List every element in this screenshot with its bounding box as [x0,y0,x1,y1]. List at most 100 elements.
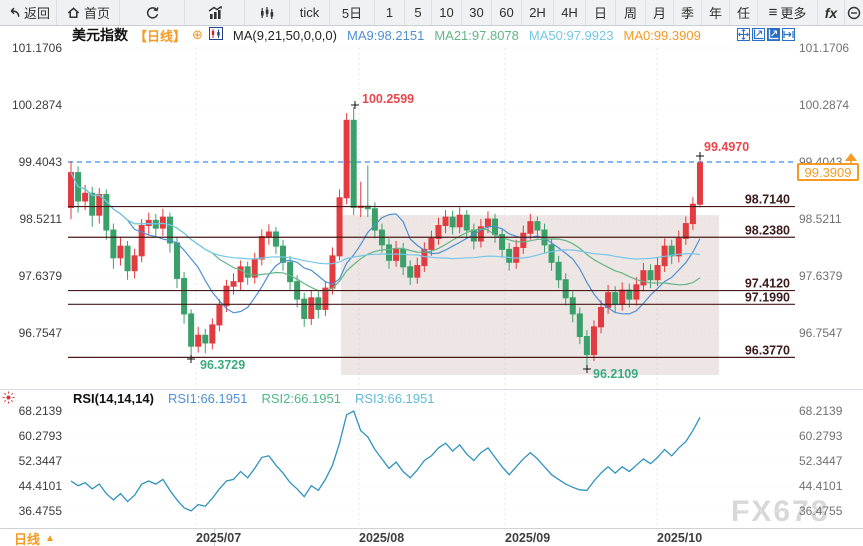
interval-tick[interactable]: tick [290,0,330,25]
back-button[interactable]: 返回 [0,0,57,25]
annotation-label: 99.4970 [704,140,749,154]
add-indicator-icon[interactable]: ⊕ [192,27,203,43]
x-axis-label: 2025/09 [505,531,551,545]
interval-1m[interactable]: 1 [375,0,405,25]
interval-10m[interactable]: 10 [432,0,462,25]
svg-text:36.4755: 36.4755 [19,504,63,518]
refresh-button[interactable] [120,0,185,25]
chart-header: 美元指数 【日线】 ⊕ MA(9,21,50,0,0,0) MA9:98.215… [72,27,701,44]
svg-text:44.4101: 44.4101 [799,479,843,493]
bottom-bar: 日线 ▲ 2025/07 2025/08 2025/09 2025/10 [0,528,863,546]
price-level-label: 98.2380 [745,223,790,237]
svg-text:52.3447: 52.3447 [799,454,843,468]
main-chart-canvas[interactable]: 98.7140 98.2380 97.412097.1990 96.3770 100.2… [0,26,863,530]
svg-text:68.2139: 68.2139 [799,404,843,418]
rsi-axis-right: 68.2139 60.2793 52.3447 44.4101 36.4755 [799,404,843,518]
period-label: 日线 [14,531,41,546]
annotation-label: 100.2599 [362,92,414,106]
rsi-title[interactable]: RSI(14,14,14) [73,391,154,406]
annotation-label: 96.2109 [593,367,638,381]
interval-5d[interactable]: 5日 [330,0,375,25]
history-button[interactable] [845,0,863,25]
svg-text:68.2139: 68.2139 [19,404,63,418]
indicator-settings-icon[interactable] [2,391,15,409]
menu-icon: ≡ [768,4,778,21]
interval-4h[interactable]: 4H [554,0,586,25]
fx-icon: fx [824,4,838,21]
rsi3-value: RSI3:66.1951 [354,391,435,406]
goto-latest-icon[interactable] [782,28,795,41]
scale-axis-icon[interactable] [752,28,765,41]
x-axis-label: 2025/10 [657,531,703,545]
price-level-label: 97.4120 [745,277,790,291]
interval-custom[interactable]: 任 [730,0,758,25]
interval-year[interactable]: 年 [702,0,730,25]
rsi-header: RSI(14,14,14) RSI1:66.1951 RSI2:66.1951 … [73,391,434,406]
svg-text:60.2793: 60.2793 [799,429,843,443]
chevron-up-icon: ▲ [45,532,55,544]
back-icon [6,5,21,20]
svg-text:97.6379: 97.6379 [799,269,843,283]
interval-2h[interactable]: 2H [522,0,554,25]
rsi-line [70,410,701,512]
interval-day[interactable]: 日 [586,0,616,25]
svg-text:101.1706: 101.1706 [799,41,849,55]
interval-5m[interactable]: 5 [405,0,432,25]
auto-scale-icon[interactable] [767,28,780,41]
interval-week[interactable]: 周 [616,0,646,25]
ma9-value: MA9:98.2151 [346,27,425,43]
clock-icon [845,5,863,21]
interval-30m[interactable]: 30 [462,0,492,25]
back-label: 返回 [23,6,50,21]
ma-settings[interactable]: MA(9,21,50,0,0,0) [233,28,337,43]
svg-text:97.6379: 97.6379 [19,269,63,283]
svg-text:99.4043: 99.4043 [19,155,63,169]
move-chart-icon[interactable] [737,28,750,41]
symbol-period: 【日线】 [134,28,187,44]
candle-style-button[interactable] [245,0,290,25]
pane-separator[interactable] [0,389,863,390]
svg-text:44.4101: 44.4101 [19,479,63,493]
svg-text:52.3447: 52.3447 [19,454,63,468]
bar-chart-icon [206,5,224,21]
home-button[interactable]: 首页 [57,0,120,25]
price-axis-left: 101.1706 100.2874 99.4043 98.5211 97.6379 96.… [12,41,62,340]
home-label: 首页 [83,6,110,21]
price-axis-right: 101.1706100.287499.404398.521197.637996.… [799,41,849,340]
home-icon [66,5,81,20]
rsi2-value: RSI2:66.1951 [261,391,341,406]
svg-text:60.2793: 60.2793 [19,429,63,443]
toolbar: 返回 首页 tick 5日 1 5 10 30 60 2H 4H 日 周 月 季… [0,0,863,26]
interval-month[interactable]: 月 [646,0,674,25]
interval-quarter[interactable]: 季 [674,0,702,25]
trading-app: 返回 首页 tick 5日 1 5 10 30 60 2H 4H 日 周 月 季… [0,0,863,546]
svg-text:36.4755: 36.4755 [799,504,843,518]
annotation-label: 96.3729 [200,358,245,372]
formula-button[interactable]: fx [818,0,845,25]
more-button[interactable]: ≡ 更多 [758,0,818,25]
price-level-label: 96.3770 [745,343,790,357]
interval-60m[interactable]: 60 [492,0,522,25]
svg-text:96.7547: 96.7547 [799,326,843,340]
svg-text:98.5211: 98.5211 [20,212,63,226]
x-axis-label: 2025/07 [196,531,242,545]
mini-candle-icon [208,27,223,43]
svg-text:101.1706: 101.1706 [12,41,62,55]
chart-style-button[interactable] [185,0,245,25]
refresh-icon [144,5,160,21]
candlestick-icon [259,5,275,21]
price-level-label: 98.7140 [745,193,790,207]
ma0-value: MA0:99.3909 [623,27,701,43]
rsi1-value: RSI1:66.1951 [167,391,248,406]
svg-text:98.5211: 98.5211 [799,212,842,226]
svg-text:100.2874: 100.2874 [799,98,849,112]
svg-text:96.7547: 96.7547 [19,326,63,340]
ma50-value: MA50:97.9923 [528,27,614,43]
period-selector[interactable]: 日线 ▲ [0,529,215,546]
x-axis-label: 2025/08 [359,531,405,545]
symbol-name: 美元指数 [72,27,128,43]
price-level-label: 97.1990 [745,290,790,304]
rsi-axis-left: 68.2139 60.2793 52.3447 44.4101 36.4755 [19,404,63,518]
svg-text:100.2874: 100.2874 [12,98,62,112]
chart-tool-icons [737,28,795,41]
